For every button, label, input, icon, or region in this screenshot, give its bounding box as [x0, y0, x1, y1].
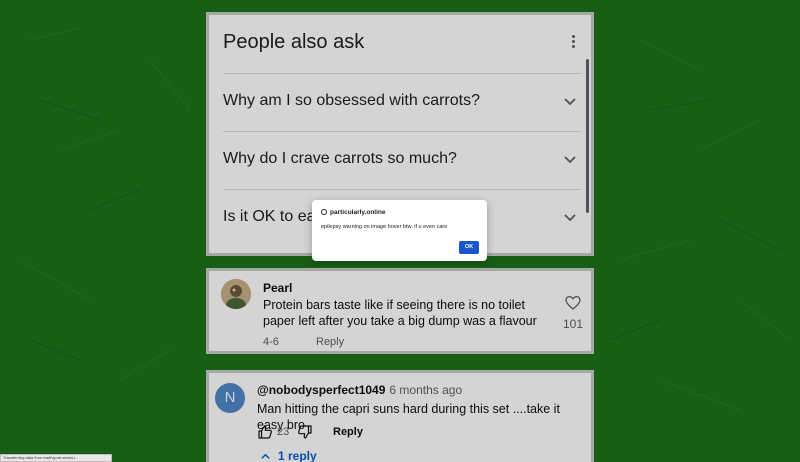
- alert-dialog: particularly.online epilepsy warning on …: [312, 200, 487, 261]
- status-bar: Transferring data from earthlyorb.serios…: [0, 454, 112, 462]
- dialog-origin-text: particularly.online: [330, 209, 386, 216]
- globe-icon: [321, 209, 327, 215]
- dialog-origin: particularly.online: [321, 209, 386, 216]
- ok-button[interactable]: OK: [459, 241, 479, 254]
- dialog-message: epilepsy warning on image hover btw. if …: [321, 224, 448, 230]
